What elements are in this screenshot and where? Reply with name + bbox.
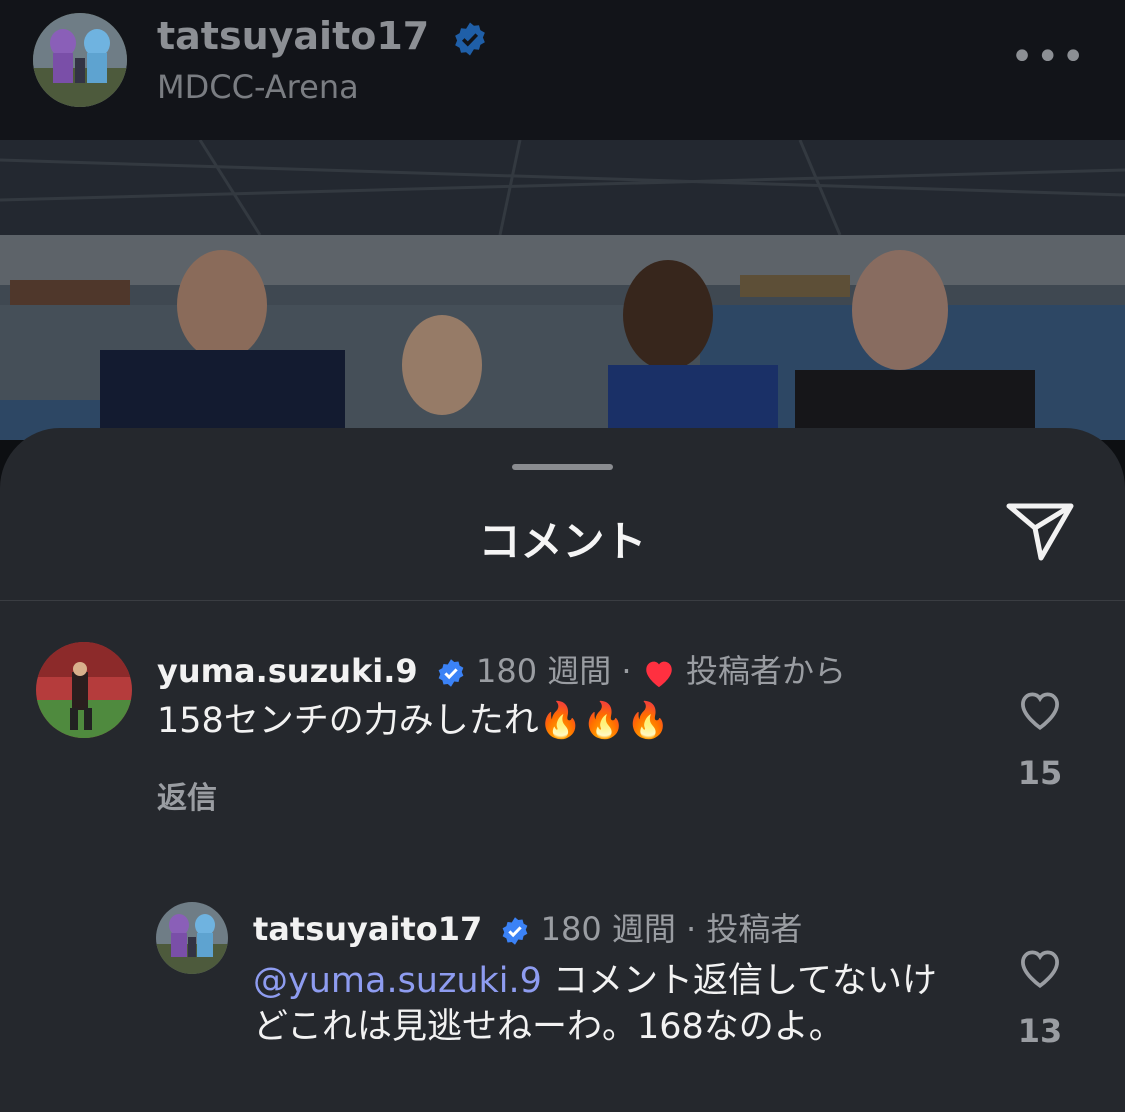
heart-outline-icon[interactable]	[1015, 944, 1065, 990]
reply-like: 13	[1010, 944, 1070, 1050]
reply-time: 180 週間	[540, 910, 676, 948]
post-author-avatar[interactable]	[33, 13, 127, 107]
commenter-avatar[interactable]	[156, 902, 228, 974]
mention-link[interactable]: @yuma.suzuki.9	[253, 961, 542, 1001]
post-author-username[interactable]: tatsuyaito17	[157, 14, 488, 58]
post-location[interactable]: MDCC-Arena	[157, 68, 359, 106]
like-count: 13	[1017, 1012, 1063, 1050]
reply-header: tatsuyaito17 180 週間 · 投稿者	[253, 904, 802, 950]
post-header: tatsuyaito17 MDCC-Arena •••	[0, 0, 1125, 140]
reply-username[interactable]: tatsuyaito17	[253, 910, 482, 948]
post-photo	[0, 140, 1125, 440]
meta-separator: ·	[675, 910, 707, 948]
reply-item: tatsuyaito17 180 週間 · 投稿者 @yuma.suzuki.9…	[0, 428, 1125, 1112]
verified-badge-icon	[503, 917, 528, 945]
verified-badge-icon	[455, 22, 486, 55]
reply-text: @yuma.suzuki.9 コメント返信してないけどこれは見逃せねーわ。168…	[253, 958, 953, 1050]
more-options-icon[interactable]: •••	[1010, 37, 1087, 77]
comments-sheet: コメント yuma.suzuki.9 180 週間 · 投稿者から 158センチ…	[0, 428, 1125, 1112]
author-tag: 投稿者	[706, 910, 803, 948]
post-username-text[interactable]: tatsuyaito17	[157, 14, 429, 58]
